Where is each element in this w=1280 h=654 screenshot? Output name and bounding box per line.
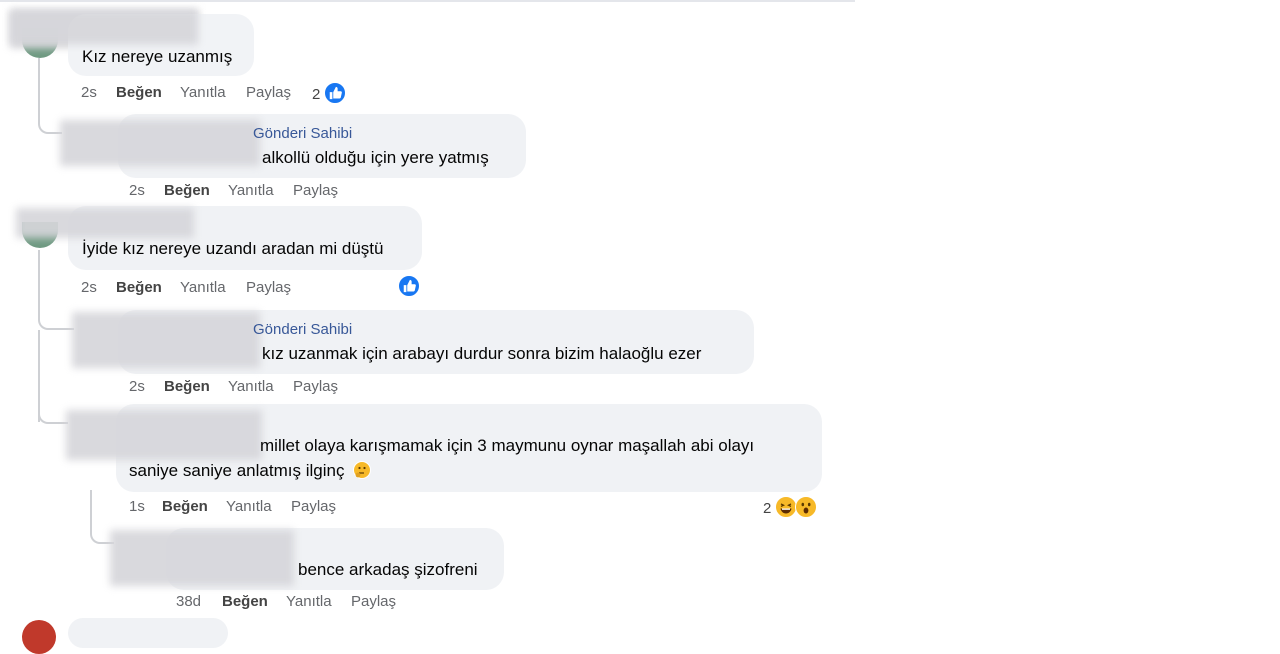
blurred-author-name — [110, 530, 294, 586]
comment-text-line: saniye saniye anlatmış ilginç — [129, 460, 372, 482]
blurred-author-name — [60, 120, 260, 166]
share-button[interactable]: Paylaş — [246, 84, 291, 101]
comment-time[interactable]: 2s — [129, 182, 145, 199]
reply-button[interactable]: Yanıtla — [180, 84, 226, 101]
like-button[interactable]: Beğen — [164, 378, 210, 395]
like-button[interactable]: Beğen — [164, 182, 210, 199]
comment-text-line-2: saniye saniye anlatmış ilginç — [129, 461, 345, 480]
comment-bubble — [68, 618, 228, 648]
like-button[interactable]: Beğen — [116, 84, 162, 101]
comment-text: İyide kız nereye uzandı aradan mi düştü — [82, 239, 384, 258]
thread-line — [38, 250, 74, 330]
thread-line — [38, 408, 68, 424]
like-button[interactable]: Beğen — [116, 279, 162, 296]
comment-text-line: millet olaya karışmamak için 3 maymunu o… — [260, 436, 755, 455]
avatar[interactable] — [22, 620, 56, 654]
like-icon — [324, 82, 346, 104]
blurred-author-name — [16, 208, 194, 238]
comment-time[interactable]: 38d — [176, 593, 201, 610]
comment-time[interactable]: 2s — [81, 84, 97, 101]
share-button[interactable]: Paylaş — [293, 378, 338, 395]
comment-text: kız uzanmak için arabayı durdur sonra bi… — [262, 344, 702, 363]
comment-time[interactable]: 1s — [129, 498, 145, 515]
share-button[interactable]: Paylaş — [293, 182, 338, 199]
wow-emoji-icon — [795, 496, 817, 518]
thread-line — [38, 58, 62, 134]
blurred-author-name — [10, 10, 198, 44]
laughing-emoji-icon — [775, 496, 797, 518]
reply-button[interactable]: Yanıtla — [180, 279, 226, 296]
top-divider — [0, 0, 855, 2]
like-icon — [398, 275, 420, 297]
share-button[interactable]: Paylaş — [246, 279, 291, 296]
blurred-author-name — [66, 410, 262, 460]
comment-text: alkollü olduğu için yere yatmış — [262, 148, 489, 167]
reply-button[interactable]: Yanıtla — [228, 182, 274, 199]
blurred-author-name — [72, 312, 260, 368]
comment-time[interactable]: 2s — [129, 378, 145, 395]
share-button[interactable]: Paylaş — [291, 498, 336, 515]
comment-text: bence arkadaş şizofreni — [298, 560, 478, 579]
comment-text: Kız nereye uzanmış — [82, 47, 233, 66]
reaction-count[interactable]: 2 — [763, 500, 771, 517]
reply-button[interactable]: Yanıtla — [228, 378, 274, 395]
comment-time[interactable]: 2s — [81, 279, 97, 296]
reply-button[interactable]: Yanıtla — [226, 498, 272, 515]
reaction-count[interactable]: 2 — [312, 86, 320, 103]
author-badge: Gönderi Sahibi — [253, 321, 353, 338]
like-button[interactable]: Beğen — [222, 593, 268, 610]
author-badge: Gönderi Sahibi — [253, 125, 353, 142]
reply-button[interactable]: Yanıtla — [286, 593, 332, 610]
thinking-emoji-icon — [353, 461, 372, 479]
share-button[interactable]: Paylaş — [351, 593, 396, 610]
like-button[interactable]: Beğen — [162, 498, 208, 515]
